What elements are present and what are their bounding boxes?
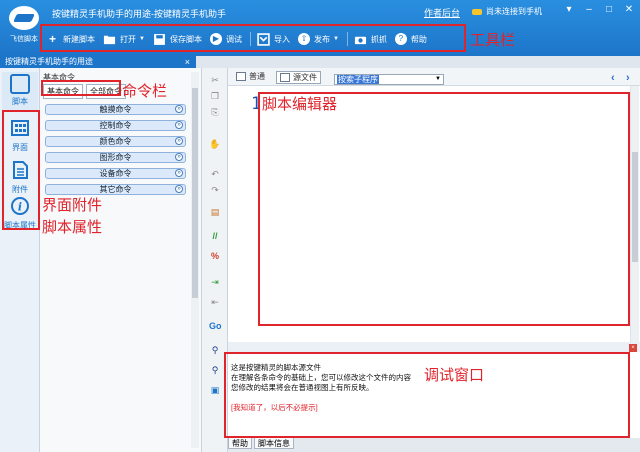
format-icon[interactable]: ▤ — [209, 206, 221, 218]
hand-icon[interactable]: ✋ — [209, 138, 221, 150]
chevron-down-icon: » — [175, 105, 183, 113]
annotation-debug-window: 调试窗口 — [424, 366, 485, 384]
comment-icon[interactable]: // — [209, 230, 221, 242]
logo-icon — [9, 6, 39, 30]
tab-help[interactable]: 帮助 — [228, 438, 252, 449]
command-group-label: 控制命令 — [99, 121, 132, 130]
uncomment-icon[interactable]: % — [209, 250, 221, 262]
phone-status-icon — [472, 8, 482, 15]
paste-icon[interactable]: ⎘ — [209, 106, 221, 118]
mode-normal-label: 普通 — [249, 72, 265, 81]
annotation-command-bar: 命令栏 — [122, 82, 168, 100]
close-icon[interactable]: × — [185, 56, 190, 68]
subroutine-selector-value: 按索子程序 — [337, 75, 379, 84]
cut-icon[interactable]: ✂ — [209, 74, 221, 86]
document-tab-label: 按键精灵手机助手的用途 — [5, 57, 93, 66]
annotation-script-editor: 脚本编辑器 — [262, 95, 338, 113]
chevron-down-icon: » — [175, 169, 183, 177]
mode-normal-button[interactable]: 普通 — [236, 71, 265, 82]
toolbar-highlight — [40, 24, 466, 52]
image-icon[interactable]: ▣ — [209, 384, 221, 396]
normal-view-icon — [236, 72, 246, 81]
annotation-toolbar: 工具栏 — [470, 31, 516, 49]
connection-status-text: 尚未连接到手机 — [486, 7, 542, 16]
scrollbar-thumb[interactable] — [632, 152, 638, 262]
find-icon[interactable]: ⚲ — [209, 344, 221, 356]
command-tabs-highlight — [41, 80, 121, 96]
source-view-icon — [280, 73, 290, 82]
document-tab-bar: 按键精灵手机助手的用途 × — [0, 56, 640, 68]
chevron-down-icon: » — [175, 137, 183, 145]
command-group-label: 设备命令 — [99, 169, 132, 178]
debug-header — [228, 342, 640, 350]
scrollbar-thumb[interactable] — [192, 88, 198, 298]
copy-icon[interactable]: ❐ — [209, 90, 221, 102]
app-logo: 飞信脚本 — [6, 4, 42, 48]
editor-highlight — [258, 92, 630, 326]
subroutine-selector[interactable]: 按索子程序 ▼ — [334, 74, 444, 85]
skin-icon[interactable]: ▾ — [562, 4, 576, 16]
redo-icon[interactable]: ↷ — [209, 184, 221, 196]
close-button[interactable]: ✕ — [622, 4, 636, 16]
window-title: 按键精灵手机助手的用途-按键精灵手机助手 — [52, 9, 226, 19]
command-group-label: 其它命令 — [99, 185, 132, 194]
maximize-button[interactable]: □ — [602, 4, 616, 16]
connection-status: 尚未连接到手机 — [472, 6, 542, 17]
annotation-script-props: 脚本属性 — [42, 218, 103, 236]
command-group-color[interactable]: 颜色命令 » — [45, 136, 186, 147]
mode-source-button[interactable]: 源文件 — [276, 71, 321, 84]
logo-text: 飞信脚本 — [10, 36, 38, 43]
nav-item-script[interactable]: 脚本 — [2, 72, 38, 112]
chevron-down-icon: » — [175, 153, 183, 161]
close-icon[interactable]: × — [629, 344, 637, 352]
nav-forward-icon[interactable]: › — [626, 72, 630, 84]
nav-back-icon[interactable]: ‹ — [611, 72, 615, 84]
author-backend-link[interactable]: 作者后台 — [424, 6, 460, 19]
indent-icon[interactable]: ⇥ — [209, 276, 221, 288]
bottom-tabs: 帮助 脚本信息 — [228, 438, 640, 452]
command-group-graphics[interactable]: 图形命令 » — [45, 152, 186, 163]
goto-icon[interactable]: Go — [209, 320, 222, 332]
chevron-down-icon: » — [175, 185, 183, 193]
script-icon — [10, 74, 30, 94]
document-tab[interactable]: 按键精灵手机助手的用途 × — [0, 56, 196, 68]
replace-icon[interactable]: ⚲ — [209, 364, 221, 376]
undo-icon[interactable]: ↶ — [209, 168, 221, 180]
editor-scrollbar[interactable] — [630, 86, 639, 342]
tab-script-info[interactable]: 脚本信息 — [254, 438, 294, 449]
command-group-touch[interactable]: 触摸命令 » — [45, 104, 186, 115]
command-group-label: 颜色命令 — [99, 137, 132, 146]
command-group-control[interactable]: 控制命令 » — [45, 120, 186, 131]
minimize-button[interactable]: – — [582, 4, 596, 16]
command-panel: 基本命令 基本命令 全部命令 触摸命令» 控制命令» 颜色命令» 图形命令» 设… — [40, 68, 202, 452]
command-group-device[interactable]: 设备命令 » — [45, 168, 186, 179]
command-panel-scrollbar[interactable] — [191, 72, 199, 448]
mode-source-label: 源文件 — [293, 73, 317, 82]
chevron-down-icon: ▼ — [435, 76, 441, 82]
nav-label-script: 脚本 — [12, 97, 28, 106]
chevron-down-icon: » — [175, 121, 183, 129]
outdent-icon[interactable]: ⇤ — [209, 296, 221, 308]
command-group-label: 触摸命令 — [99, 105, 132, 114]
annotation-ui-attachment: 界面附件 — [42, 196, 103, 214]
nav-highlight — [2, 110, 40, 230]
window-controls: ▾ – □ ✕ — [562, 4, 636, 16]
command-group-label: 图形命令 — [99, 153, 132, 162]
